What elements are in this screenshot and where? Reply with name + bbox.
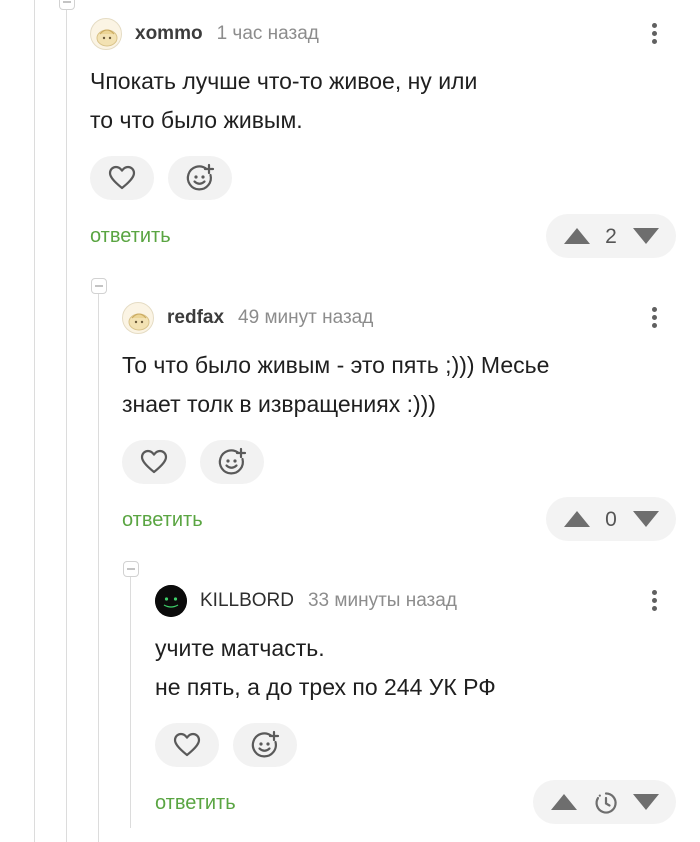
comment-header: KILLBORD 33 минуты назад <box>155 583 457 619</box>
reply-link[interactable]: ответить <box>155 792 236 815</box>
comment-header: xommo 1 час назад <box>90 16 319 52</box>
thread-line-level-2 <box>98 294 99 842</box>
add-reaction-button[interactable] <box>200 440 264 484</box>
collapse-toggle-redfax[interactable] <box>91 278 107 294</box>
upvote-button[interactable] <box>550 793 578 811</box>
username[interactable]: redfax <box>167 307 224 329</box>
reply-link[interactable]: ответить <box>122 509 203 532</box>
comment-text: То что было живым - это пять ;))) Месье … <box>122 346 549 424</box>
rating-control: 2 <box>546 214 676 258</box>
emoji-add-icon <box>218 447 247 475</box>
add-reaction-button[interactable] <box>233 723 297 767</box>
rating-control <box>533 780 676 824</box>
like-button[interactable] <box>90 156 154 200</box>
kebab-menu-icon[interactable] <box>642 20 666 50</box>
thread-line-level-3 <box>130 577 131 828</box>
downvote-button[interactable] <box>632 227 660 245</box>
avatar-face-icon <box>96 29 118 47</box>
kebab-menu-icon[interactable] <box>642 587 666 617</box>
comment-line: Чпокать лучше что-то живое, ну или <box>90 68 478 94</box>
heart-icon <box>108 165 136 190</box>
comment-line: учите матчасть. <box>155 635 325 661</box>
collapse-toggle-killbord[interactable] <box>123 561 139 577</box>
like-button[interactable] <box>155 723 219 767</box>
heart-icon <box>173 732 201 757</box>
add-reaction-button[interactable] <box>168 156 232 200</box>
reply-link[interactable]: ответить <box>90 225 171 248</box>
thread-line-root <box>34 0 35 842</box>
thread-line-level-1 <box>66 10 67 842</box>
downvote-button[interactable] <box>632 510 660 528</box>
avatar[interactable] <box>90 18 122 50</box>
timestamp: 49 минут назад <box>238 307 374 328</box>
comment-line: знает толк в извращениях :))) <box>122 391 436 417</box>
avatar[interactable] <box>155 585 187 617</box>
avatar[interactable] <box>122 302 154 334</box>
kebab-menu-icon[interactable] <box>642 304 666 334</box>
emoji-add-icon <box>186 163 215 191</box>
heart-icon <box>140 449 168 474</box>
collapse-toggle-root[interactable] <box>59 0 75 10</box>
emoji-add-icon <box>251 730 280 758</box>
timestamp: 1 час назад <box>216 23 319 44</box>
comment-text: учите матчасть. не пять, а до трех по 24… <box>155 629 496 707</box>
clock-icon <box>594 792 617 814</box>
username[interactable]: xommo <box>135 23 203 45</box>
timestamp: 33 минуты назад <box>307 590 457 611</box>
rating-control: 0 <box>546 497 676 541</box>
username[interactable]: KILLBORD <box>200 590 294 612</box>
comment-text: Чпокать лучше что-то живое, ну или то чт… <box>90 62 477 140</box>
downvote-button[interactable] <box>632 793 660 811</box>
comment-line: не пять, а до трех по 244 УК РФ <box>155 674 496 700</box>
avatar-face-icon <box>128 313 150 331</box>
comment-line: То что было живым - это пять ;))) Месье <box>122 352 550 378</box>
avatar-dark-face-icon <box>155 585 187 617</box>
comment-line: то что было живым. <box>90 107 303 133</box>
comment-header: redfax 49 минут назад <box>122 300 373 336</box>
like-button[interactable] <box>122 440 186 484</box>
